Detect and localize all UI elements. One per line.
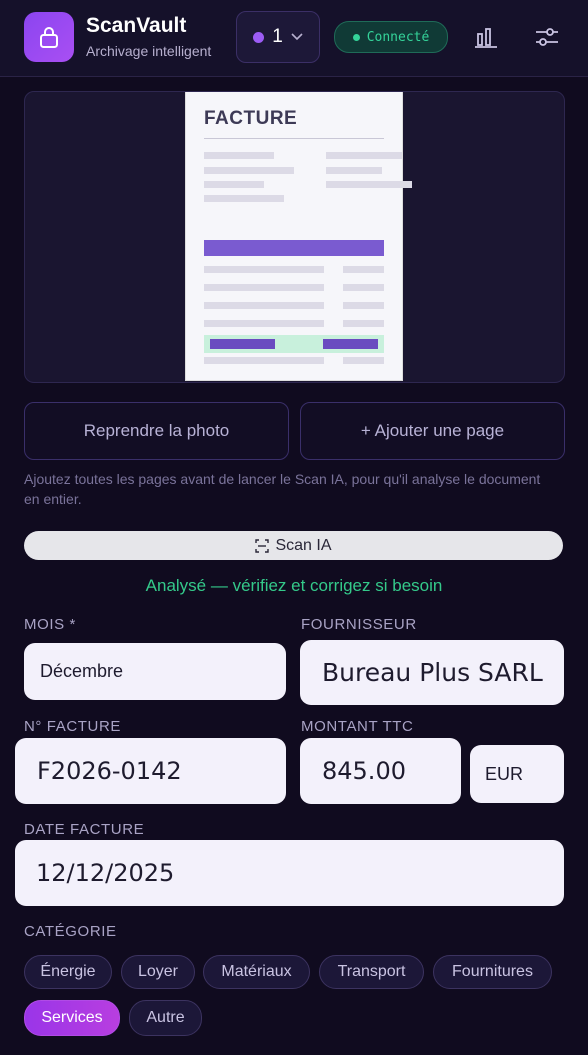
currency-select[interactable]: EUR: [470, 745, 564, 803]
category-chip-loyer[interactable]: Loyer: [121, 955, 195, 989]
preview-line: [343, 284, 384, 291]
preview-line: [204, 357, 324, 364]
preview-table-header: [204, 240, 384, 256]
lock-icon: [40, 27, 58, 48]
preview-line: [204, 195, 284, 202]
category-label: CATÉGORIE: [24, 923, 117, 940]
preview-divider: [204, 138, 384, 139]
preview-line: [343, 302, 384, 309]
invoice-date-input[interactable]: 12/12/2025: [15, 840, 564, 906]
connection-status-badge: Connecté: [334, 21, 448, 53]
preview-line: [204, 181, 264, 188]
category-chip-autre[interactable]: Autre: [129, 1000, 202, 1036]
preview-line: [343, 266, 384, 273]
document-preview: FACTURE: [24, 91, 565, 383]
preview-line: [204, 266, 324, 273]
retake-photo-button[interactable]: Reprendre la photo: [24, 402, 289, 460]
preview-line: [204, 284, 324, 291]
status-dot-icon: [352, 33, 360, 41]
page-count: 1: [272, 26, 283, 47]
status-label: Connecté: [366, 29, 430, 45]
month-label: MOIS *: [24, 616, 76, 633]
preview-line: [326, 152, 402, 159]
chevron-down-icon: [291, 33, 303, 41]
preview-line: [326, 181, 412, 188]
analysis-status-message: Analysé — vérifiez et corrigez si besoin: [145, 576, 443, 595]
page-count-dropdown[interactable]: 1: [236, 11, 320, 63]
invoice-number-input[interactable]: F2026-0142: [15, 738, 286, 804]
invoice-number-label: N° FACTURE: [24, 718, 122, 735]
preview-doc-title: FACTURE: [204, 108, 298, 129]
supplier-label: FOURNISSEUR: [301, 616, 417, 633]
app-subtitle: Archivage intelligent: [86, 43, 212, 59]
scan-hint-text: Ajoutez toutes les pages avant de lancer…: [24, 471, 541, 507]
category-chip-energie[interactable]: Énergie: [24, 955, 112, 989]
preview-line: [326, 167, 382, 174]
invoice-date-label: DATE FACTURE: [24, 821, 145, 838]
chart-icon[interactable]: [473, 24, 499, 50]
category-chip-services[interactable]: Services: [24, 1000, 120, 1036]
preview-line: [343, 320, 384, 327]
scan-icon: [255, 538, 270, 553]
supplier-input[interactable]: Bureau Plus SARL: [300, 640, 564, 705]
preview-line: [343, 357, 384, 364]
add-page-button[interactable]: + Ajouter une page: [300, 402, 565, 460]
amount-input[interactable]: 845.00: [300, 738, 461, 804]
amount-label: MONTANT TTC: [301, 718, 414, 735]
invoice-thumbnail: FACTURE: [186, 92, 412, 380]
page-dot-icon: [253, 31, 265, 43]
scan-ia-button[interactable]: Scan IA: [24, 531, 563, 560]
month-select[interactable]: Décembre: [24, 643, 286, 700]
preview-line: [204, 167, 294, 174]
scan-ia-label: Scan IA: [275, 536, 332, 554]
preview-line: [204, 152, 274, 159]
category-chip-transport[interactable]: Transport: [319, 955, 424, 989]
app-name: ScanVault: [86, 14, 187, 37]
preview-total-value: [323, 339, 378, 349]
app-logo: [24, 12, 74, 62]
preview-line: [204, 320, 324, 327]
category-chip-fournitures[interactable]: Fournitures: [433, 955, 552, 989]
app-header: ScanVault Archivage intelligent 1 Connec…: [0, 0, 588, 77]
category-chip-materiaux[interactable]: Matériaux: [203, 955, 310, 989]
preview-total-label: [210, 339, 275, 349]
settings-sliders-icon[interactable]: [534, 24, 560, 50]
preview-line: [204, 302, 324, 309]
